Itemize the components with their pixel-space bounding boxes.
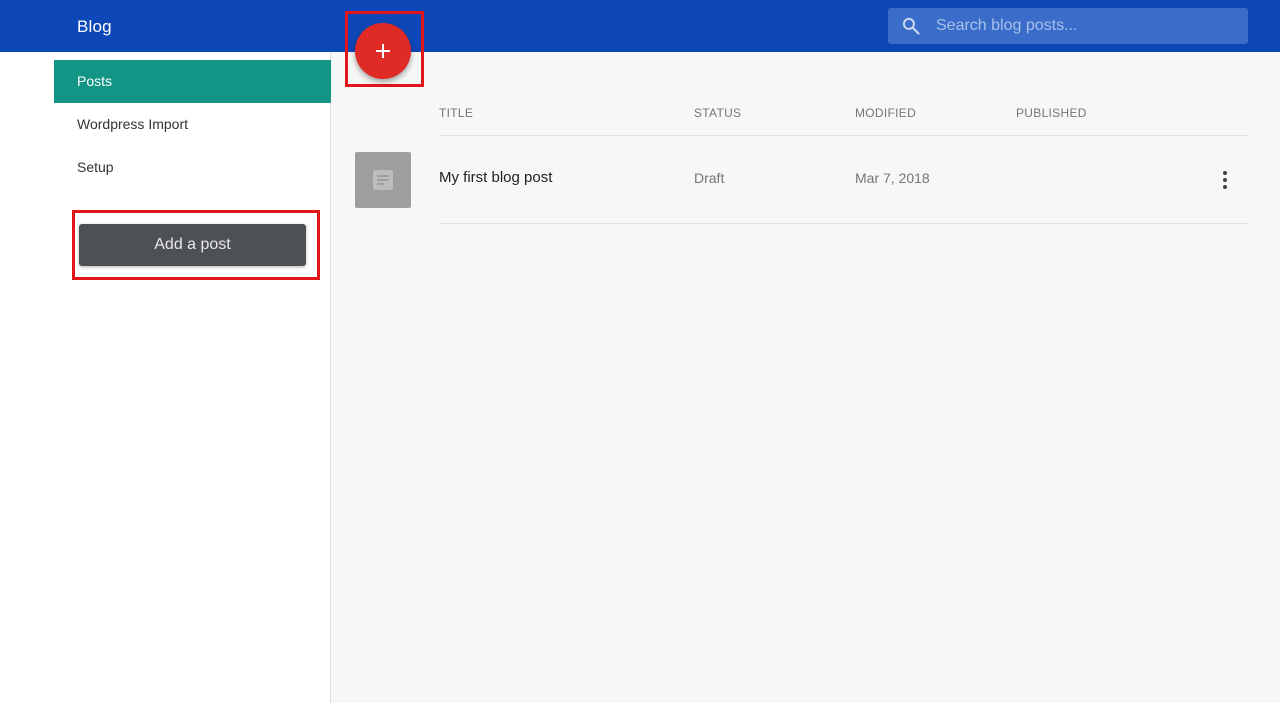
sidebar-item-label: Wordpress Import [77, 116, 188, 132]
add-post-button[interactable]: Add a post [79, 224, 306, 266]
post-title[interactable]: My first blog post [439, 169, 552, 186]
header-divider [439, 135, 1248, 136]
post-status: Draft [694, 170, 725, 186]
search-icon [902, 17, 920, 35]
row-divider [439, 223, 1248, 224]
document-icon [373, 170, 393, 190]
app-title: Blog [77, 17, 112, 36]
column-header-modified[interactable]: MODIFIED [855, 106, 916, 120]
search-box[interactable] [888, 8, 1248, 44]
sidebar-item-setup[interactable]: Setup [54, 146, 331, 189]
column-header-published[interactable]: PUBLISHED [1016, 106, 1087, 120]
plus-icon [376, 44, 390, 58]
sidebar-item-label: Setup [77, 159, 114, 175]
sidebar-item-wordpress-import[interactable]: Wordpress Import [54, 103, 331, 146]
sidebar-item-label: Posts [77, 73, 113, 89]
column-header-title[interactable]: TITLE [439, 106, 473, 120]
post-modified: Mar 7, 2018 [855, 170, 930, 186]
sidebar-item-posts[interactable]: Posts [54, 60, 331, 103]
top-bar: Blog [0, 0, 1280, 52]
sidebar: Posts Wordpress Import Setup Add a post [0, 52, 331, 703]
add-post-fab-button[interactable] [355, 23, 411, 79]
main-content: TITLE STATUS MODIFIED PUBLISHED My first… [331, 52, 1280, 703]
column-header-status[interactable]: STATUS [694, 106, 741, 120]
post-thumbnail [355, 152, 411, 208]
search-input[interactable] [936, 8, 1236, 44]
more-options-icon[interactable] [1213, 168, 1237, 192]
